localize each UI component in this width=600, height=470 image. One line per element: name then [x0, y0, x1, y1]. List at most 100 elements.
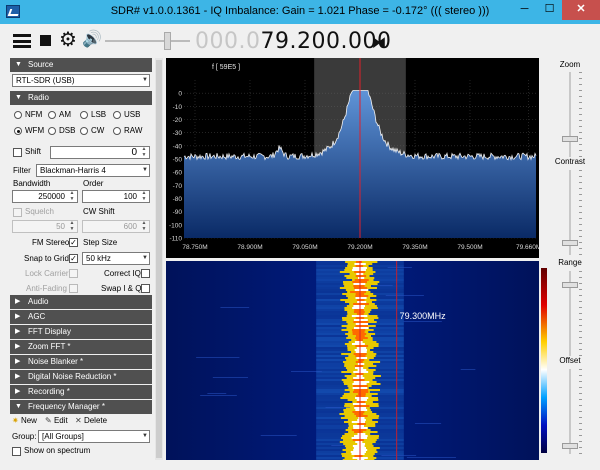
bandwidth-input[interactable]: 250000 ▲ ▼ [12, 190, 78, 203]
waterfall-noise-row [290, 371, 322, 372]
minimize-button[interactable]: ─ [512, 0, 537, 20]
section-agc[interactable]: ▶ AGC [10, 310, 152, 324]
zoom-slider-track[interactable] [569, 72, 571, 157]
snap-to-grid-checkbox[interactable]: ✓ [69, 254, 78, 263]
slider-tick [579, 254, 582, 255]
correct-iq-checkbox[interactable] [141, 269, 150, 278]
section-digital-noise-reduction[interactable]: ▶ Digital Noise Reduction * [10, 370, 152, 384]
waterfall-peak-row [351, 329, 366, 331]
slider-tick [579, 435, 582, 436]
show-on-spectrum-checkbox[interactable] [12, 447, 21, 456]
slider-tick [579, 423, 582, 424]
section-radio[interactable]: ▼ Radio [10, 91, 152, 105]
slider-tick [579, 138, 582, 139]
waterfall-signal-row [346, 359, 370, 361]
slider-tick [579, 90, 582, 91]
offset-slider-track[interactable] [569, 369, 571, 454]
swap-iq-checkbox[interactable] [141, 284, 150, 293]
swap-tuning-icon[interactable]: ⧓ [372, 34, 386, 50]
x-tick-label: 78.900M [237, 244, 262, 251]
range-slider-thumb[interactable] [562, 282, 578, 288]
slider-tick [579, 337, 582, 338]
close-button[interactable]: ✕ [562, 0, 600, 20]
section-recording[interactable]: ▶ Recording * [10, 385, 152, 399]
waterfall-peak-row [353, 435, 368, 437]
spinner-icon[interactable]: ▲ ▼ [140, 190, 148, 202]
y-tick-label: -70 [173, 183, 183, 190]
spinner-icon[interactable]: ▲ ▼ [68, 190, 76, 202]
mode-radio-dsb[interactable] [48, 127, 56, 135]
waterfall-peak-row [355, 397, 369, 399]
spectrum-analyzer[interactable]: 0 -10 -20 -30 -40 -50 -60 -70 -80 -90 -100 -110 78.… [166, 58, 539, 258]
filter-select[interactable]: Blackman-Harris 4 ▼ [36, 164, 150, 177]
section-zoom-fft[interactable]: ▶ Zoom FFT * [10, 340, 152, 354]
x-tick-label: 79.050M [292, 244, 317, 251]
maximize-button[interactable]: ☐ [537, 0, 562, 20]
mode-radio-nfm[interactable] [14, 111, 22, 119]
slider-tick [579, 194, 582, 195]
x-tick-label: 79.350M [402, 244, 427, 251]
waterfall-peak-row [352, 269, 366, 271]
spinner-icon[interactable]: ▲ ▼ [140, 146, 148, 158]
mode-radio-lsb[interactable] [80, 111, 88, 119]
frequency-leading-digits[interactable]: 000.0 [195, 29, 260, 54]
cw-shift-input[interactable]: 600 ▲ ▼ [82, 220, 150, 233]
bandwidth-value: 250000 [38, 192, 65, 201]
waterfall-peak-row [354, 279, 369, 281]
mode-radio-wfm[interactable] [14, 127, 22, 135]
lock-carrier-checkbox[interactable] [69, 269, 78, 278]
section-frequency-manager[interactable]: ▼ Frequency Manager * [10, 400, 152, 414]
speaker-icon[interactable]: 🔊 [82, 30, 102, 50]
scrollbar-thumb[interactable] [156, 60, 162, 458]
edit-button[interactable]: ✎ Edit [45, 416, 68, 426]
waterfall-peak-row [353, 305, 365, 307]
stop-icon[interactable] [40, 35, 51, 46]
section-noise-blanker[interactable]: ▶ Noise Blanker * [10, 355, 152, 369]
control-panel-scrollbar[interactable] [155, 58, 163, 460]
x-tick-label: 78.750M [182, 244, 207, 251]
step-size-select[interactable]: 50 kHz ▼ [82, 252, 150, 265]
spinner-icon[interactable]: ▲ ▼ [140, 220, 148, 232]
section-source[interactable]: ▼ Source [10, 58, 152, 72]
shift-value-input[interactable]: 0 ▲ ▼ [50, 146, 150, 159]
offset-slider-thumb[interactable] [562, 443, 578, 449]
volume-slider-track[interactable] [105, 40, 190, 42]
group-select[interactable]: [All Groups] ▼ [38, 430, 150, 443]
mode-radio-am[interactable] [48, 111, 56, 119]
waterfall-peak-row [353, 283, 366, 285]
frequency-display[interactable]: 000.079.200.000 [195, 29, 391, 55]
zoom-slider-thumb[interactable] [562, 136, 578, 142]
waterfall-peak-row [353, 321, 369, 323]
contrast-slider-thumb[interactable] [562, 240, 578, 246]
squelch-checkbox[interactable] [13, 208, 22, 217]
section-audio[interactable]: ▶ Audio [10, 295, 152, 309]
anti-fading-checkbox[interactable] [69, 284, 78, 293]
waterfall-peak-row [353, 319, 368, 321]
mode-radio-raw[interactable] [113, 127, 121, 135]
spectrum-plot[interactable]: 0 -10 -20 -30 -40 -50 -60 -70 -80 -90 -100 -110 78.… [166, 58, 539, 258]
new-button[interactable]: ✷ New [12, 416, 37, 426]
waterfall-peak-row [351, 429, 367, 431]
slider-tick [579, 182, 582, 183]
shift-checkbox[interactable] [13, 148, 22, 157]
waterfall-peak-row [355, 373, 364, 375]
delete-button[interactable]: ✕ Delete [75, 416, 107, 426]
slider-tick [579, 108, 582, 109]
mode-radio-cw[interactable] [80, 127, 88, 135]
source-device-select[interactable]: RTL-SDR (USB) ▼ [12, 74, 150, 87]
mode-radio-usb[interactable] [113, 111, 121, 119]
section-fft-display[interactable]: ▶ FFT Display [10, 325, 152, 339]
waterfall-peak-row [353, 287, 368, 289]
waterfall-display[interactable]: 79.300MHz [166, 261, 539, 460]
spinner-icon[interactable]: ▲ ▼ [68, 220, 76, 232]
squelch-input[interactable]: 50 ▲ ▼ [12, 220, 78, 233]
fm-stereo-checkbox[interactable]: ✓ [69, 238, 78, 247]
order-input[interactable]: 100 ▲ ▼ [82, 190, 150, 203]
gear-icon[interactable]: ⚙ [59, 30, 77, 50]
waterfall-plot[interactable]: 79.300MHz [166, 261, 539, 460]
volume-slider-thumb[interactable] [163, 32, 171, 50]
hamburger-menu-icon[interactable] [13, 34, 31, 48]
hover-frequency-label: 79.300MHz [400, 311, 447, 321]
waterfall-peak-row [354, 289, 369, 291]
slider-tick [579, 271, 582, 272]
